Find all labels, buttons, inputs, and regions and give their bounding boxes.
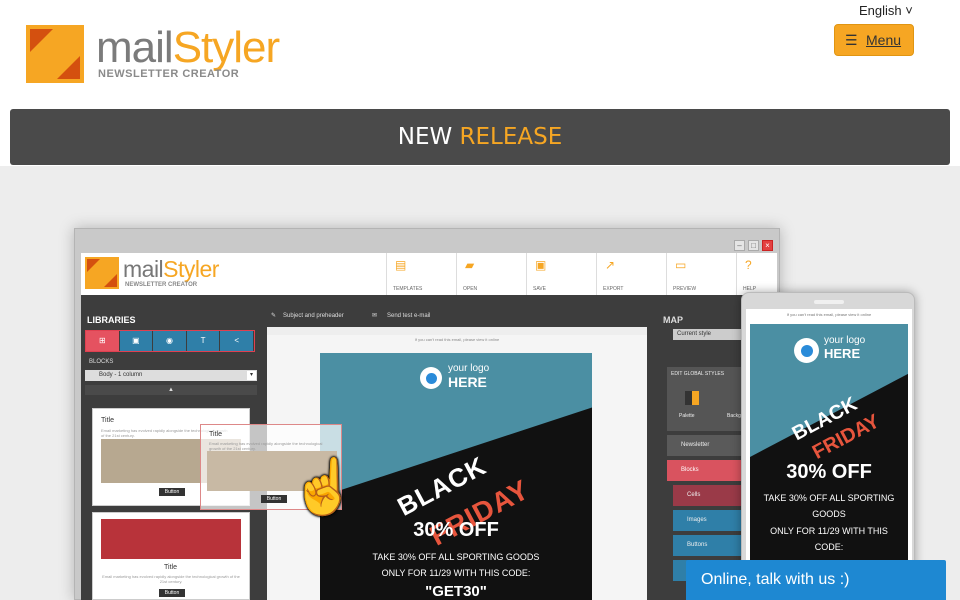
promo-line-2: GOODS (812, 509, 846, 519)
discount-headline: 30% OFF (413, 519, 499, 541)
language-selector[interactable]: English ˅ (859, 3, 913, 18)
app-tools: ▤ TEMPLATES ▰ OPEN ▣ SAVE ↗ EXPORT ▭ PREVIEW … (386, 253, 776, 295)
site-header: mailStyler NEWSLETTER CREATOR English ˅ … (0, 0, 960, 166)
images-tab-icon: ▣ (119, 331, 154, 351)
minimize-icon: – (734, 240, 745, 251)
subject-icon: ✎ (271, 313, 277, 319)
text-tab-icon: T (186, 331, 221, 351)
tool-preview: ▭ PREVIEW (666, 253, 736, 295)
tool-save: ▣ SAVE (526, 253, 596, 295)
card-button: Button (261, 495, 287, 503)
scroll-up-icon: ▲ (85, 385, 257, 395)
release-banner[interactable]: NEW RELEASE (10, 109, 950, 165)
logo-mark-icon (26, 25, 84, 83)
editor-toolbar: ✎ Subject and preheader ✉ Send test e-ma… (267, 309, 647, 325)
tool-help: ? HELP (736, 253, 776, 295)
phone-notice: If you can't read this email, please vie… (786, 312, 872, 317)
logo-placeholder-icon (794, 338, 819, 363)
promo-line-1: TAKE 30% OFF ALL SPORTING (763, 493, 895, 503)
tool-templates: ▤ TEMPLATES (386, 253, 456, 295)
banner-text: NEW (397, 124, 453, 150)
menu-button[interactable]: ☰ Menu (834, 24, 914, 56)
map-item-blocks: Blocks (667, 460, 745, 481)
share-tab-icon: < (220, 331, 254, 351)
logo-wordmark: mailStyler (96, 23, 280, 72)
map-item-images: Images (673, 510, 745, 531)
buttons-tab-icon: ◉ (153, 331, 187, 351)
blocks-tab-icon: ⊞ (86, 331, 120, 351)
map-item-newsletter: Newsletter (667, 435, 745, 456)
background-label: Backg (727, 413, 741, 419)
phone-screen: If you can't read this email, please vie… (746, 309, 912, 600)
tool-export: ↗ EXPORT (596, 253, 666, 295)
map-title: MAP (663, 315, 683, 325)
discount-headline: 30% OFF (786, 461, 872, 483)
close-icon: × (762, 240, 773, 251)
map-item-buttons: Buttons (673, 535, 745, 556)
site-logo[interactable]: mailStyler NEWSLETTER CREATOR (26, 23, 296, 85)
promo-line-1: TAKE 30% OFF ALL SPORTING GOODS (372, 552, 540, 562)
chevron-down-icon: ▾ (247, 371, 256, 380)
phone-ad: your logo HERE BLACK FRIDAY 30% OFF TAKE … (750, 324, 908, 600)
view-online-notice: If you can't read this email, please vie… (414, 337, 500, 342)
current-style-select: Current style (673, 329, 743, 340)
test-mail-label: Send test e-mail (387, 313, 431, 319)
block-card-2: Title Email marketing has evolved rapidl… (92, 512, 250, 600)
promo-line-4: CODE: (814, 542, 844, 552)
test-mail-icon: ✉ (372, 313, 378, 319)
card-title: Title (164, 564, 177, 571)
logo-placeholder-icon (420, 367, 442, 389)
help-icon: ? (745, 258, 752, 272)
card-description: Email marketing has evolved rapidly alon… (102, 574, 240, 584)
blocks-select: Body - 1 column ▾ (85, 370, 257, 381)
maximize-icon: □ (748, 240, 759, 251)
palette-icon (685, 391, 699, 405)
templates-icon: ▤ (395, 258, 407, 272)
open-icon: ▰ (465, 258, 475, 272)
menu-label: Menu (866, 32, 902, 48)
logo-placeholder-text: your logo HERE (824, 335, 866, 361)
logo-tagline: NEWSLETTER CREATOR (98, 68, 240, 80)
map-item-cells: Cells (673, 485, 745, 506)
app-toolbar: mailStyler NEWSLETTER CREATOR ▤ TEMPLATES… (81, 253, 777, 295)
promo-code: "GET30" (425, 583, 487, 600)
subject-label: Subject and preheader (283, 313, 344, 319)
email-ad: your logo HERE BLACK FRIDAY 30% OFF TAKE … (320, 353, 592, 600)
logo-placeholder-text: your logo HERE (448, 363, 490, 390)
card-button: Button (159, 488, 185, 496)
promo-line-2: ONLY FOR 11/29 WITH THIS CODE: (381, 568, 531, 578)
app-logo-icon (85, 257, 119, 289)
ruler (267, 327, 647, 335)
card-title: Title (101, 417, 114, 424)
drag-hand-icon: ☝ (290, 457, 358, 517)
save-icon: ▣ (535, 258, 547, 272)
app-wordmark: mailStyler (123, 256, 219, 282)
app-tagline: NEWSLETTER CREATOR (125, 282, 198, 288)
phone-speaker (814, 300, 844, 304)
live-chat-button[interactable]: Online, talk with us :) (686, 560, 946, 600)
tool-open: ▰ OPEN (456, 253, 526, 295)
edit-global-styles: EDIT GLOBAL STYLES Palette Backg (667, 367, 745, 431)
promo-line-3: ONLY FOR 11/29 WITH THIS (770, 526, 888, 536)
blocks-label: BLOCKS (89, 359, 114, 365)
libraries-title: LIBRARIES (87, 315, 136, 325)
card-button: Button (159, 589, 185, 597)
phone-preview: If you can't read this email, please vie… (741, 292, 915, 600)
hamburger-icon: ☰ (845, 32, 858, 48)
banner-accent-text: RELEASE (459, 124, 563, 150)
preview-icon: ▭ (675, 258, 687, 272)
palette-label: Palette (679, 413, 695, 419)
card-image (101, 519, 241, 559)
window-controls: – □ × (731, 235, 773, 253)
library-tabs: ⊞ ▣ ◉ T < (85, 330, 255, 352)
export-icon: ↗ (605, 258, 616, 272)
